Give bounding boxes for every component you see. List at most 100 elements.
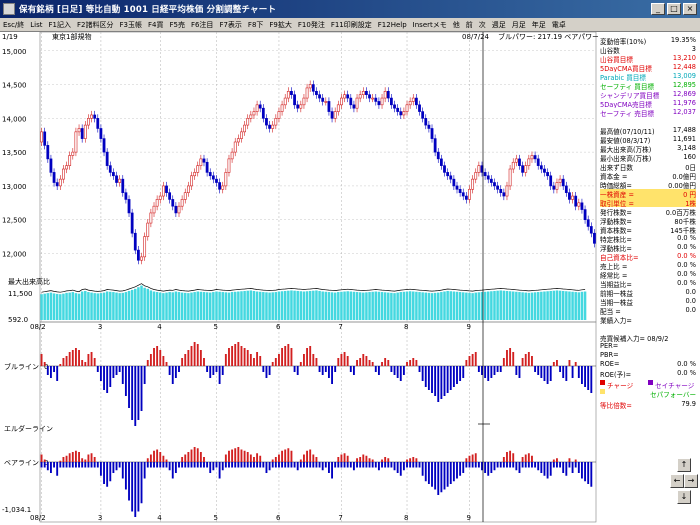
bear-line-bar <box>390 462 393 468</box>
power-readout: ブルパワー: 217.19 ベアパワー: 8.19 <box>498 32 598 41</box>
volume-bar <box>312 290 315 320</box>
menu-item[interactable]: F8下 <box>245 20 266 30</box>
candle-body <box>330 111 334 119</box>
info-value: 12,448 <box>672 63 696 71</box>
close-button[interactable]: × <box>683 3 697 15</box>
info-label: 自己資本比= <box>600 254 639 261</box>
candle-body <box>265 118 268 126</box>
info-value: 0.0 <box>685 288 697 296</box>
menu-item[interactable]: 前 <box>463 20 476 30</box>
menu-item[interactable]: 月足 <box>509 20 529 30</box>
bull-bar <box>406 362 408 366</box>
volume-bar <box>349 291 353 320</box>
menu-item[interactable]: F12Help <box>375 21 410 29</box>
bear-side-bar <box>446 366 449 393</box>
menu-item[interactable]: F2諸料区分 <box>74 20 116 30</box>
candle-body <box>321 97 325 102</box>
volume-bar <box>52 293 56 320</box>
bear-side-bar <box>212 366 215 375</box>
bear-line-bar <box>581 462 583 479</box>
menu-item[interactable]: F9拡大 <box>266 20 294 30</box>
bull-bar <box>509 348 512 366</box>
info-row: 当期益比= 0.0 % <box>600 279 696 288</box>
info-value: 12,869 <box>672 90 696 98</box>
volume-bar <box>558 290 562 320</box>
candle-body <box>215 178 218 183</box>
volume-tick-label: 11,500 <box>8 290 33 298</box>
menu-item[interactable]: 次 <box>476 20 489 30</box>
maximize-button[interactable]: □ <box>667 3 681 15</box>
volume-bar <box>530 292 534 320</box>
menu-item[interactable]: 電卓 <box>549 20 569 30</box>
scroll-arrows: ↑ ← → ↓ <box>670 458 698 520</box>
bear-line-up-bar <box>306 450 309 462</box>
volume-bar <box>521 292 524 320</box>
menu-item[interactable]: List <box>27 21 45 29</box>
month-tick-label: 3 <box>98 323 102 331</box>
bear-line-title: ベアライン <box>4 459 39 467</box>
stock-chart[interactable]: 1/19 東京1部規物 08/7/24 ブルパワー: 217.19 ベアパワー: 8.… <box>0 32 598 525</box>
volume-bar <box>71 292 75 320</box>
bull-bar <box>228 348 230 366</box>
volume-bar <box>159 292 162 320</box>
bear-line-up-bar <box>531 455 533 462</box>
menu-item[interactable]: F5売 <box>166 20 187 30</box>
info-row: 最安値(08/3/17) 11,691 <box>600 135 696 144</box>
volume-bar <box>62 293 65 320</box>
volume-bar <box>465 292 468 320</box>
bear-line-bar <box>571 462 574 473</box>
bear-line-up-bar <box>509 450 512 462</box>
menu-item[interactable]: Insertメモ <box>410 20 450 30</box>
scroll-right-button[interactable]: → <box>684 474 698 488</box>
scroll-down-button[interactable]: ↓ <box>677 490 691 504</box>
bear-line-bar <box>565 462 568 476</box>
volume-bar <box>561 290 565 320</box>
bear-line-bar <box>549 462 552 476</box>
bear-line-up-bar <box>199 452 202 462</box>
volume-bar <box>90 292 93 320</box>
menu-item[interactable]: 週足 <box>489 20 509 30</box>
volume-bar <box>49 292 53 320</box>
bear-line-bar <box>103 462 105 484</box>
menu-item[interactable]: F3玉帳 <box>117 20 145 30</box>
menu-item[interactable]: 他 <box>450 20 463 30</box>
bear-line-up-bar <box>249 454 252 462</box>
candle-body <box>318 94 321 99</box>
menu-item[interactable]: 年足 <box>529 20 549 30</box>
volume-bar <box>140 285 143 320</box>
bear-line-up-bar <box>81 458 84 462</box>
info-row: 売上比 = 0.0 % <box>600 261 696 270</box>
menu-item[interactable]: F1記入 <box>46 20 74 30</box>
info-label: 変動倍率(10%) <box>600 38 647 45</box>
bear-line-bar <box>246 462 249 468</box>
candle-body <box>458 188 462 193</box>
chart-area[interactable]: 1/19 東京1部規物 08/7/24 ブルパワー: 217.19 ベアパワー: 8.… <box>0 32 598 525</box>
scroll-up-button[interactable]: ↑ <box>677 458 691 472</box>
menu-item[interactable]: F4買 <box>145 20 166 30</box>
minimize-button[interactable]: _ <box>651 3 665 15</box>
elder-line-title: エルダーライン <box>4 424 53 433</box>
menu-item[interactable]: F11印刷設定 <box>328 20 375 30</box>
scroll-left-button[interactable]: ← <box>670 474 684 488</box>
bear-line-bar <box>124 462 127 490</box>
menu-item[interactable]: Esc/終 <box>0 20 27 30</box>
bear-line-bar <box>327 462 330 473</box>
info-label: シャンデリア買目標 <box>600 92 660 99</box>
bear-line-bar <box>184 462 187 468</box>
bear-line-bar <box>334 462 337 468</box>
volume-bar <box>362 292 365 320</box>
volume-bar <box>493 290 496 320</box>
candle-body <box>108 165 112 173</box>
menu-item[interactable]: F7表示 <box>216 20 244 30</box>
candle-body <box>65 165 68 170</box>
bear-line-bar <box>306 462 309 468</box>
info-value: 12,895 <box>672 81 696 89</box>
candle-body <box>299 104 303 109</box>
menu-item[interactable]: F10発注 <box>295 20 328 30</box>
bear-line-bar <box>452 462 455 482</box>
bear-line-bar <box>193 462 196 468</box>
bear-side-bar <box>352 366 355 375</box>
volume-bar <box>352 291 356 320</box>
menu-item[interactable]: F6注目 <box>188 20 216 30</box>
bear-line-bar <box>215 462 218 468</box>
